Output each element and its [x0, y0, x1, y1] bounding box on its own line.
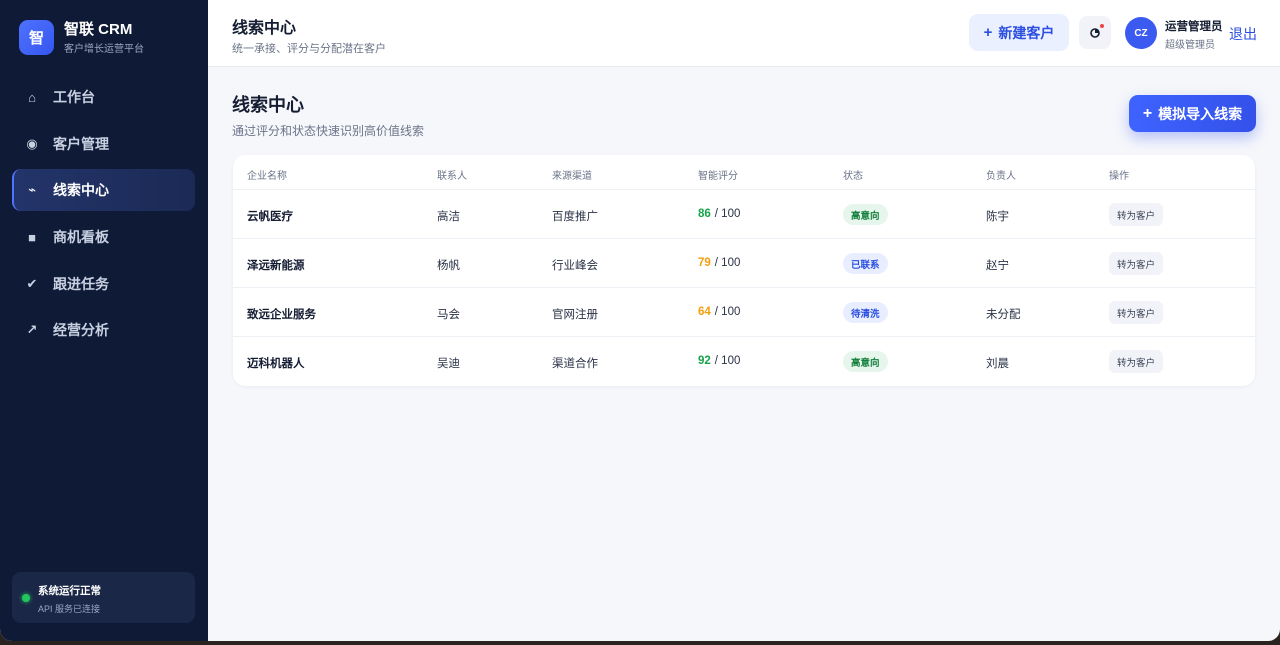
board-icon: ■: [28, 229, 36, 245]
check-icon: ✔: [26, 275, 38, 291]
convert-to-customer-button[interactable]: 转为客户: [1109, 301, 1164, 324]
sidebar-item-label: 工作台: [53, 89, 95, 105]
table-header: 企业名称 联系人 来源渠道 智能评分 状态 负责人 操作: [233, 155, 1255, 190]
contact-name: 杨帆: [437, 260, 460, 272]
avatar[interactable]: CZ: [1125, 17, 1157, 49]
table-row: 泽远新能源 杨帆 行业峰会 79/ 100 已联系 赵宁 转为客户: [233, 239, 1255, 288]
lead-score: 64/ 100: [698, 306, 740, 318]
page-title: 线索中心: [232, 95, 304, 115]
trend-icon: ↗: [26, 322, 38, 338]
column-header: 状态: [843, 171, 863, 182]
sidebar-item-4[interactable]: ✔ 跟进任务: [12, 263, 195, 305]
column-header: 负责人: [986, 171, 1016, 182]
home-icon: ⌂: [28, 89, 36, 105]
score-max: / 100: [714, 257, 741, 269]
status-badge: 高意向: [843, 351, 888, 372]
sidebar-item-label: 客户管理: [53, 135, 109, 152]
system-status-card: 系统运行正常 API 服务已连接: [12, 572, 195, 623]
sidebar-item-label: 经营分析: [53, 322, 109, 339]
import-leads-button[interactable]: + 模拟导入线索: [1129, 95, 1256, 132]
contact-name: 高洁: [437, 211, 460, 223]
company-name: 致远企业服务: [247, 309, 316, 321]
source-channel: 行业峰会: [552, 260, 598, 272]
company-name: 迈科机器人: [247, 358, 305, 370]
app-window: 智 智联 CRM 客户增长运营平台 ⌂ 工作台 ◉ 客户管理 ⌁ 线索中心 ■ 商机看板 ✔ 跟进…: [0, 0, 1280, 641]
contact-name: 马会: [437, 309, 460, 321]
source-channel: 百度推广: [552, 211, 598, 223]
brand: 智 智联 CRM 客户增长运营平台: [19, 20, 144, 55]
lead-score: 86/ 100: [698, 208, 740, 220]
page-subtitle: 通过评分和状态快速识别高价值线索: [232, 124, 425, 138]
contact-name: 吴迪: [437, 358, 460, 370]
main-content: 线索中心 统一承接、评分与分配潜在客户 + 新建客户 CZ 运营管理员 超级管理…: [208, 0, 1280, 641]
status-dot-icon: [22, 594, 30, 602]
plus-icon: +: [983, 24, 993, 41]
score-max: / 100: [714, 355, 741, 367]
system-status-subtitle: API 服务已连接: [38, 604, 101, 614]
score-value: 64: [698, 306, 711, 318]
sidebar-item-3[interactable]: ■ 商机看板: [12, 216, 195, 258]
user-name: 运营管理员: [1165, 21, 1223, 33]
sidebar: 智 智联 CRM 客户增长运营平台 ⌂ 工作台 ◉ 客户管理 ⌁ 线索中心 ■ 商机看板 ✔ 跟进…: [0, 0, 208, 641]
import-leads-label: 模拟导入线索: [1158, 105, 1243, 122]
status-badge: 已联系: [843, 253, 888, 274]
notification-button[interactable]: [1079, 16, 1111, 49]
timer-icon: [1090, 27, 1100, 38]
sidebar-item-2[interactable]: ⌁ 线索中心: [12, 169, 195, 212]
sidebar-item-5[interactable]: ↗ 经营分析: [12, 309, 195, 351]
column-header: 操作: [1109, 171, 1129, 182]
score-max: / 100: [714, 208, 741, 220]
new-customer-label: 新建客户: [998, 24, 1055, 41]
target-icon: ◉: [26, 135, 38, 151]
table-row: 云帆医疗 高洁 百度推广 86/ 100 高意向 陈宇 转为客户: [233, 190, 1255, 239]
owner-name: 未分配: [986, 309, 1021, 321]
company-name: 云帆医疗: [247, 211, 293, 223]
owner-name: 陈宇: [986, 211, 1009, 223]
sidebar-item-0[interactable]: ⌂ 工作台: [12, 76, 195, 118]
topbar: 线索中心 统一承接、评分与分配潜在客户 + 新建客户 CZ 运营管理员 超级管理…: [208, 0, 1280, 67]
owner-name: 刘晨: [986, 358, 1009, 370]
new-customer-button[interactable]: + 新建客户: [969, 14, 1069, 51]
table-row: 迈科机器人 吴迪 渠道合作 92/ 100 高意向 刘晨 转为客户: [233, 337, 1255, 386]
user-role: 超级管理员: [1165, 40, 1215, 51]
topbar-title: 线索中心: [232, 20, 297, 37]
sidebar-item-1[interactable]: ◉ 客户管理: [12, 123, 195, 165]
brand-name: 智联 CRM: [64, 21, 133, 38]
lightning-icon: ⌁: [28, 182, 36, 198]
sidebar-item-label: 跟进任务: [53, 275, 109, 292]
topbar-subtitle: 统一承接、评分与分配潜在客户: [232, 43, 386, 55]
status-badge: 高意向: [843, 204, 888, 225]
notification-dot: [1100, 24, 1104, 28]
lead-score: 79/ 100: [698, 257, 740, 269]
logout-link[interactable]: 退出: [1229, 24, 1257, 44]
column-header: 联系人: [437, 171, 467, 182]
brand-subtitle: 客户增长运营平台: [64, 44, 144, 55]
score-value: 79: [698, 257, 711, 269]
convert-to-customer-button[interactable]: 转为客户: [1109, 252, 1164, 275]
convert-to-customer-button[interactable]: 转为客户: [1109, 350, 1164, 373]
convert-to-customer-button[interactable]: 转为客户: [1109, 203, 1164, 226]
source-channel: 渠道合作: [552, 358, 598, 370]
score-max: / 100: [714, 306, 741, 318]
status-badge: 待清洗: [843, 302, 888, 323]
sidebar-item-label: 线索中心: [53, 182, 109, 199]
source-channel: 官网注册: [552, 309, 598, 321]
system-status-title: 系统运行正常: [38, 585, 101, 597]
table-row: 致远企业服务 马会 官网注册 64/ 100 待清洗 未分配 转为客户: [233, 288, 1255, 337]
plus-icon: +: [1142, 104, 1153, 122]
score-value: 86: [698, 208, 711, 220]
leads-table: 企业名称 联系人 来源渠道 智能评分 状态 负责人 操作 云帆医疗 高洁 百度推广 86/ 100…: [233, 155, 1255, 386]
column-header: 来源渠道: [552, 171, 592, 182]
brand-logo: 智: [19, 20, 54, 55]
column-header: 企业名称: [247, 171, 287, 182]
score-value: 92: [698, 355, 711, 367]
company-name: 泽远新能源: [247, 260, 305, 272]
column-header: 智能评分: [698, 171, 738, 182]
sidebar-item-label: 商机看板: [53, 229, 109, 246]
owner-name: 赵宁: [986, 260, 1009, 272]
sidebar-nav: ⌂ 工作台 ◉ 客户管理 ⌁ 线索中心 ■ 商机看板 ✔ 跟进任务 ↗ 经营分析: [12, 76, 195, 356]
lead-score: 92/ 100: [698, 355, 740, 367]
